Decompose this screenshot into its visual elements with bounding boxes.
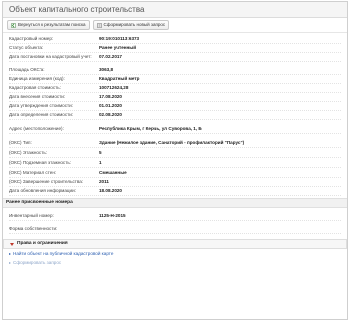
field-value: 17.08.2020 — [99, 94, 122, 100]
public-map-link-label: Найти объект на публичной кадастровой ка… — [13, 250, 114, 256]
field-value: 100712624,28 — [99, 85, 129, 91]
toolbar: Вернуться к результатам поиска Сформиров… — [3, 18, 347, 33]
field-value: Республика Крым, г Керчь, ул Суворова, 1… — [99, 125, 202, 131]
field-value: 01.01.2020 — [99, 103, 122, 109]
info-row: Статус объекта: Ранее учтенный — [9, 44, 341, 53]
field-label: Инвентарный номер: — [9, 212, 54, 218]
link-bullet-icon — [9, 252, 11, 255]
new-request-label: Сформировать новый запрос — [103, 22, 166, 28]
info-row: (ОКС) Тип: Здание (Нежилое здание, Санато… — [9, 138, 341, 148]
field-value: Ранее учтенный — [99, 45, 137, 51]
inventory-number-row: Инвентарный номер: 1125-Н-2015 — [9, 211, 341, 221]
field-label: (ОКС) Подземная этажность: — [9, 159, 71, 165]
field-label: Дата внесения стоимости: — [9, 94, 66, 100]
field-label: (ОКС) Материал стен: — [9, 169, 57, 175]
ownership-row: Форма собственности: — [9, 224, 341, 234]
object-card: Объект капитального строительства Вернут… — [2, 1, 348, 320]
field-label: Форма собственности: — [9, 225, 58, 231]
info-row: Кадастровая стоимость: 100712624,28 — [9, 84, 341, 93]
info-row: Единица измерения (код): Квадратный метр — [9, 75, 341, 84]
field-value: Здание (Нежилое здание, Санаторий - проф… — [99, 139, 245, 145]
field-value: 1125-Н-2015 — [99, 212, 126, 218]
field-value: 3063,8 — [99, 67, 114, 73]
info-row: Дата обновления информации: 18.08.2020 — [9, 187, 341, 196]
identification-group: Кадастровый номер: 90:19:010113:6373 Стат… — [9, 35, 341, 62]
field-label: Дата утверждения стоимости: — [9, 103, 73, 109]
valuation-group: Площадь ОКС'a: 3063,8 Единица измерения (… — [9, 66, 341, 120]
field-label: (ОКС) Тип: — [9, 139, 32, 145]
create-request-link-label: Сформировать запрос — [13, 259, 62, 265]
public-map-link[interactable]: Найти объект на публичной кадастровой ка… — [9, 249, 341, 258]
document-icon — [97, 22, 102, 28]
info-row: Площадь ОКС'a: 3063,8 — [9, 66, 341, 75]
card-header: Объект капитального строительства — [3, 2, 347, 18]
field-label: Дата обновления информации: — [9, 188, 76, 194]
info-row: (ОКС) Подземная этажность: 1 — [9, 158, 341, 168]
info-row: (ОКС) Материал стен: Смешанные — [9, 168, 341, 178]
field-label: Статус объекта: — [9, 45, 44, 51]
page-title: Объект капитального строительства — [9, 5, 145, 14]
field-value: 1 — [99, 159, 102, 165]
field-value: 02.08.2020 — [99, 112, 122, 118]
field-value: 5 — [99, 149, 102, 155]
field-value: 07.02.2017 — [99, 54, 122, 60]
info-row: Дата внесения стоимости: 17.08.2020 — [9, 93, 341, 102]
field-value: 2011 — [99, 179, 109, 185]
info-row: Дата постановки на кадастровый учет: 07.0… — [9, 53, 341, 62]
back-to-results-button[interactable]: Вернуться к результатам поиска — [7, 20, 90, 30]
field-label: Единица измерения (код): — [9, 76, 65, 82]
building-group: (ОКС) Тип: Здание (Нежилое здание, Санато… — [9, 138, 341, 196]
info-row: Кадастровый номер: 90:19:010113:6373 — [9, 35, 341, 44]
field-label: Дата постановки на кадастровый учет: — [9, 54, 92, 60]
field-label: Кадастровый номер: — [9, 36, 54, 42]
field-value: 90:19:010113:6373 — [99, 36, 140, 42]
field-label: (ОКС) Завершение строительства: — [9, 179, 84, 185]
info-row: Дата утверждения стоимости: 01.01.2020 — [9, 102, 341, 111]
expand-arrow-icon — [10, 242, 14, 246]
back-to-results-label: Вернуться к результатам поиска — [18, 22, 86, 28]
create-request-link[interactable]: Сформировать запрос — [9, 258, 341, 267]
field-value: 18.08.2020 — [99, 188, 122, 194]
field-value: Квадратный метр — [99, 76, 140, 82]
field-label: Дата определения стоимости: — [9, 112, 74, 118]
address-row: Адрес (местоположение): Республика Крым, … — [9, 124, 341, 134]
link-bullet-icon — [9, 261, 11, 264]
rights-label: Права и ограничения — [17, 241, 68, 247]
field-label: Площадь ОКС'a: — [9, 67, 45, 73]
field-label: (ОКС) Этажность: — [9, 149, 47, 155]
field-label: Кадастровая стоимость: — [9, 85, 61, 91]
rights-toggle[interactable]: Права и ограничения — [3, 239, 347, 249]
info-row: (ОКС) Завершение строительства: 2011 — [9, 178, 341, 187]
info-row: Дата определения стоимости: 02.08.2020 — [9, 111, 341, 120]
field-label: Адрес (местоположение): — [9, 125, 64, 131]
info-row: (ОКС) Этажность: 5 — [9, 148, 341, 158]
details-body: Кадастровый номер: 90:19:010113:6373 Стат… — [3, 33, 347, 267]
back-arrow-icon — [11, 22, 16, 28]
new-request-button[interactable]: Сформировать новый запрос — [92, 20, 170, 30]
field-value: Смешанные — [99, 169, 127, 175]
previous-numbers-header: Ранее присвоенные номера — [3, 198, 347, 208]
